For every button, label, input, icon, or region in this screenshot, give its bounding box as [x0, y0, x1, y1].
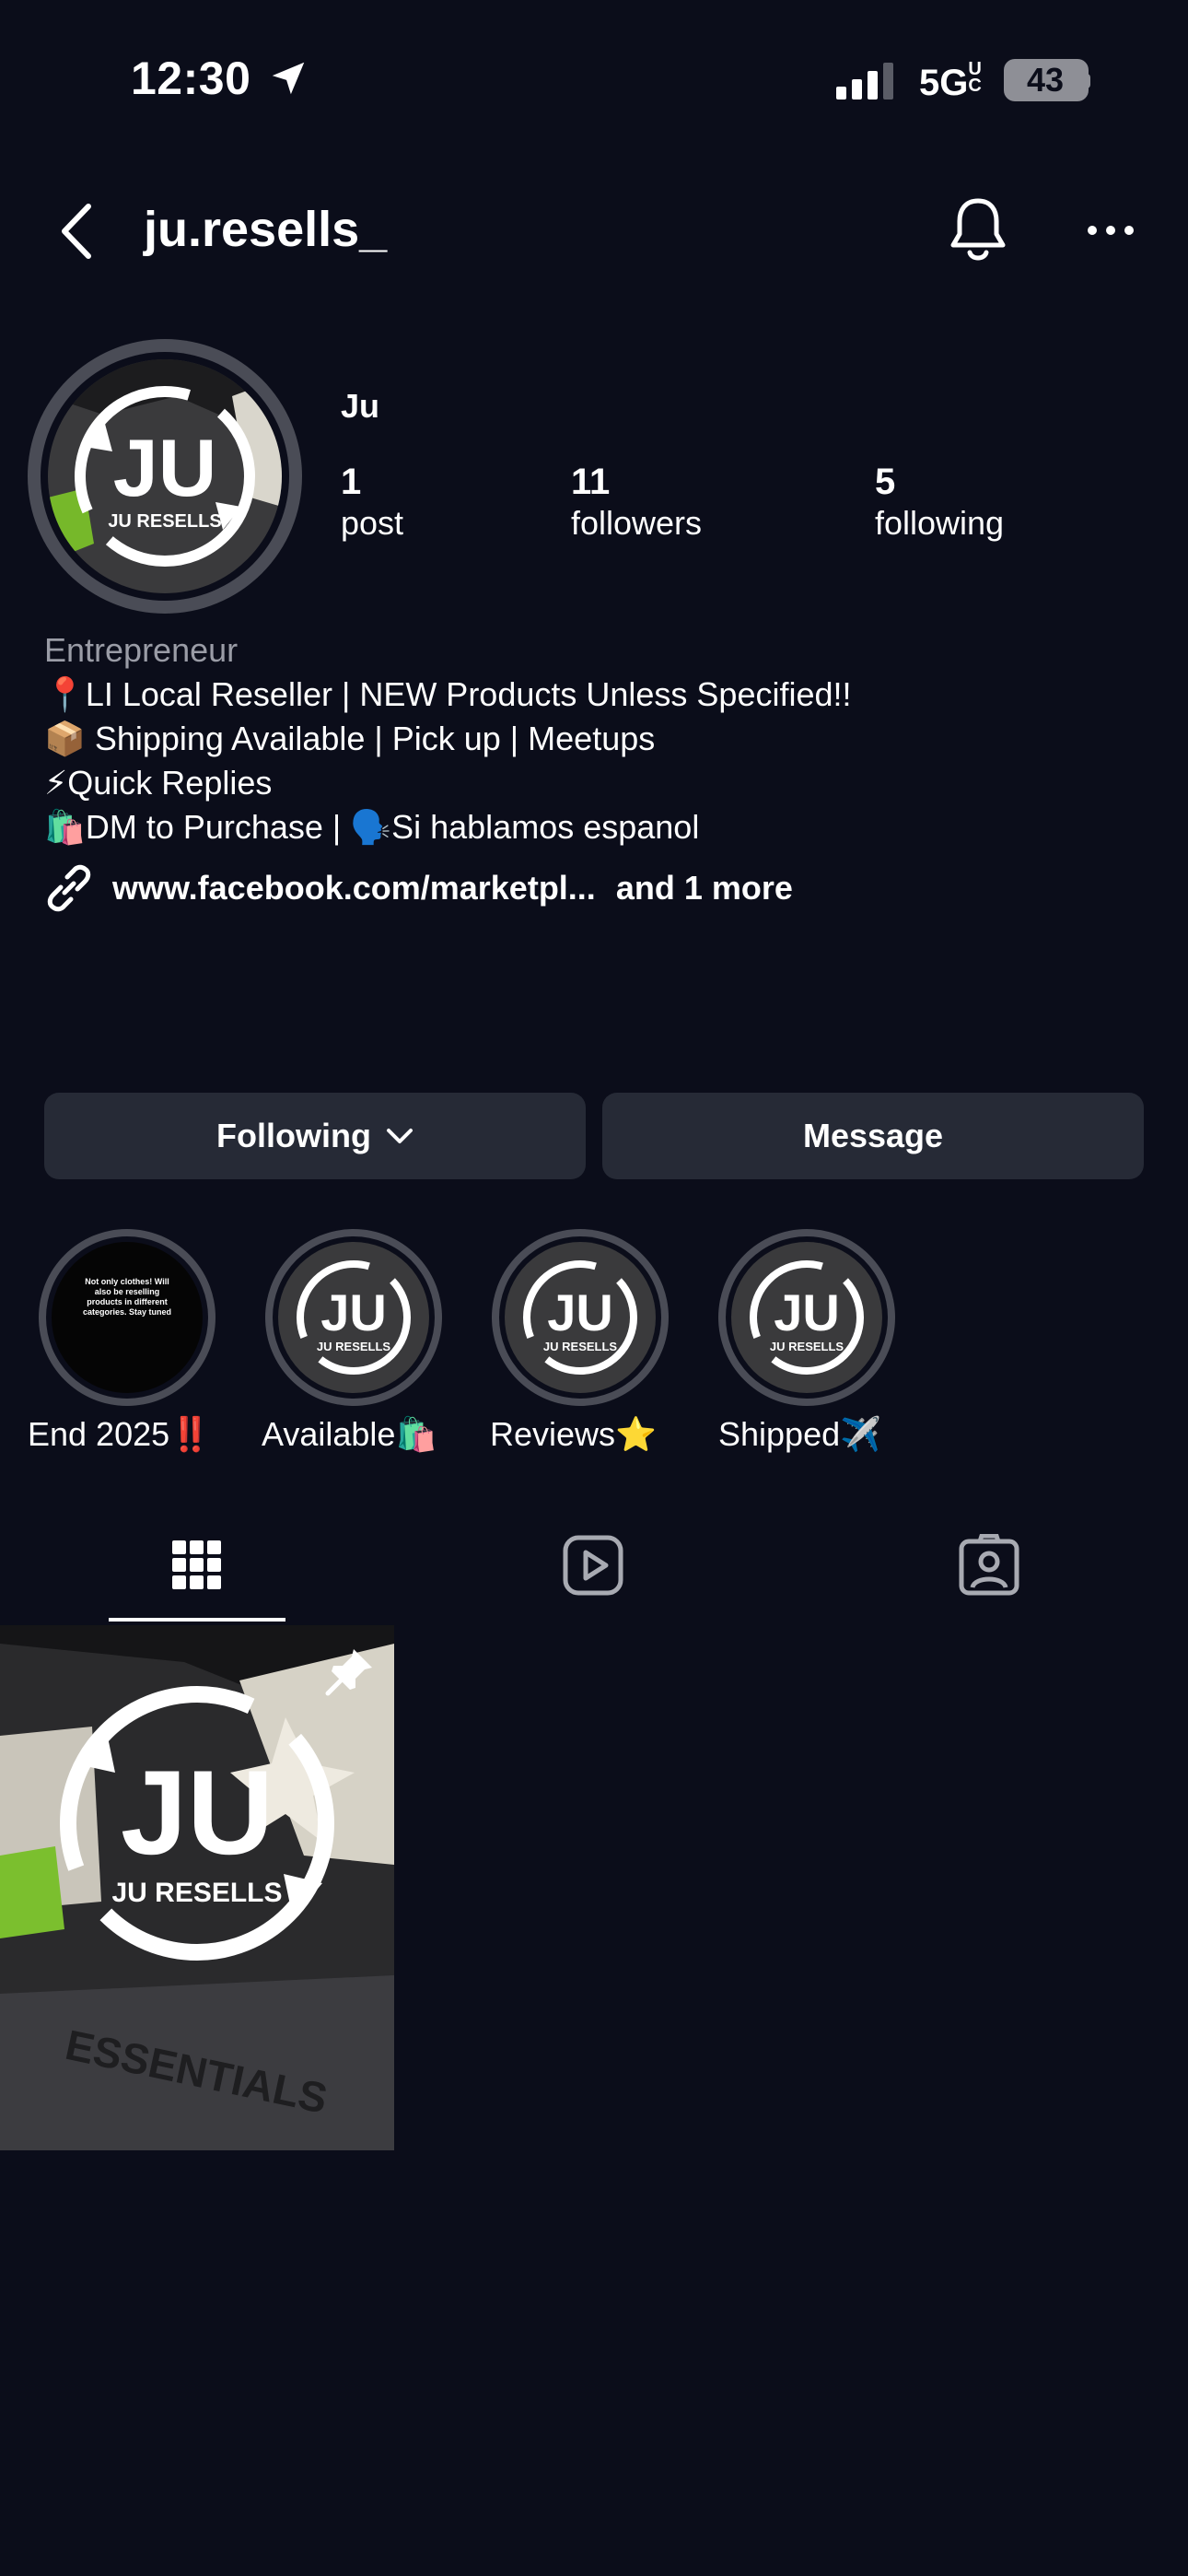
svg-text:JU RESELLS: JU RESELLS	[770, 1340, 844, 1353]
link-icon	[47, 864, 91, 912]
highlight-cover: JU JU RESELLS	[505, 1242, 656, 1393]
pin-icon	[325, 1649, 372, 1696]
page-title: ju.resells_	[144, 202, 388, 257]
posts-stat[interactable]: 1 post	[341, 461, 403, 544]
back-button[interactable]	[53, 199, 103, 263]
status-time: 12:30	[131, 53, 251, 104]
grid-icon	[172, 1540, 221, 1589]
cellular-signal-icon	[836, 63, 893, 100]
battery-level: 43	[1026, 61, 1065, 99]
following-stat[interactable]: 5 following	[875, 461, 1004, 544]
status-bar: 12:30 5GUC 43	[0, 0, 1188, 157]
bio-line: 📍LI Local Reseller | NEW Products Unless…	[44, 675, 852, 713]
bio-line: 🛍️DM to Purchase | 🗣️Si hablamos espanol	[44, 808, 700, 846]
post-logo-text: JU	[121, 1745, 274, 1879]
chevron-down-icon	[386, 1129, 413, 1143]
avatar-logo-subtext: JU RESELLS	[108, 511, 221, 532]
profile-link[interactable]: www.facebook.com/marketpl...	[112, 869, 596, 907]
bio-line: ⚡Quick Replies	[44, 764, 273, 802]
display-name: Ju	[341, 387, 380, 425]
message-button[interactable]: Message	[602, 1093, 1144, 1179]
battery-cap	[1083, 74, 1090, 88]
profile-links[interactable]: www.facebook.com/marketpl... and 1 more	[44, 862, 793, 914]
svg-text:JU: JU	[547, 1283, 613, 1341]
ju-resells-logo: JU JU RESELLS	[48, 359, 282, 593]
svg-text:JU: JU	[320, 1283, 387, 1341]
highlight-label: End 2025‼️	[28, 1415, 211, 1453]
followers-stat[interactable]: 11 followers	[571, 461, 702, 544]
tagged-icon	[959, 1534, 1019, 1596]
network-type: 5GUC	[919, 59, 982, 103]
more-options-icon[interactable]	[1085, 212, 1136, 249]
highlight-cover: JU JU RESELLS	[278, 1242, 429, 1393]
highlight-label: Available🛍️	[262, 1415, 437, 1453]
profile-bio: Entrepreneur 📍LI Local Reseller | NEW Pr…	[44, 628, 1149, 849]
more-links[interactable]: and 1 more	[616, 869, 793, 907]
tab-grid[interactable]	[142, 1524, 252, 1607]
highlight-cover: JU JU RESELLS	[731, 1242, 882, 1393]
battery-icon: 43	[1004, 59, 1089, 101]
svg-text:JU RESELLS: JU RESELLS	[317, 1340, 391, 1353]
post-logo-subtext: JU RESELLS	[111, 1878, 282, 1908]
reels-icon	[563, 1535, 623, 1596]
notifications-bell-icon[interactable]	[947, 195, 1009, 265]
tab-tagged[interactable]	[934, 1524, 1044, 1607]
svg-text:JU: JU	[774, 1283, 840, 1341]
svg-text:JU RESELLS: JU RESELLS	[543, 1340, 618, 1353]
post-thumbnail: JU JU RESELLS ESSENTIALS	[0, 1625, 394, 2150]
bio-line: 📦 Shipping Available | Pick up | Meetups	[44, 720, 656, 757]
highlight-label: Shipped✈️	[718, 1415, 881, 1453]
tab-reels[interactable]	[538, 1524, 648, 1607]
highlight-label: Reviews⭐	[490, 1415, 657, 1453]
location-arrow-icon	[272, 62, 305, 95]
active-tab-indicator	[109, 1618, 285, 1622]
grid-post[interactable]: JU JU RESELLS ESSENTIALS	[0, 1625, 394, 2150]
profile-avatar[interactable]: JU JU RESELLS	[28, 339, 302, 614]
avatar-logo-text: JU	[113, 422, 217, 513]
highlight-cover: Not only clothes! Will also be reselling…	[52, 1242, 203, 1393]
following-button[interactable]: Following	[44, 1093, 586, 1179]
profile-category: Entrepreneur	[44, 631, 239, 669]
